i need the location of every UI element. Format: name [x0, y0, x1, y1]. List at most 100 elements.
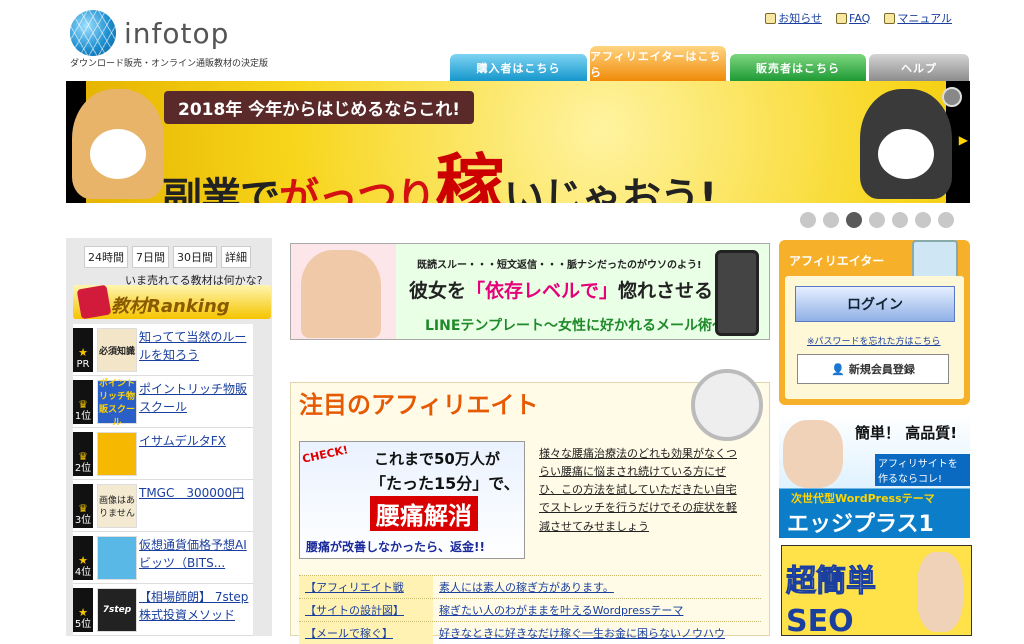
- rank-badge: ♛ 3位: [73, 484, 93, 528]
- woman-photo: [917, 552, 963, 632]
- seo-ad[interactable]: 超簡単 SEO: [781, 545, 972, 639]
- ranking-item: ★ 4位 仮想通貨価格予想AIビッツ（BITS...: [73, 532, 253, 584]
- feature-description-link[interactable]: 様々な腰痛治療法のどれも効果がなくつらい腰痛に悩まされ続けている方にぜひ、この方…: [539, 445, 739, 536]
- carousel-dots: [800, 212, 954, 228]
- ad-text: SEO: [786, 604, 854, 639]
- ranking-title-banner: 教材Ranking: [73, 284, 271, 320]
- ranking-item: ♛ 1位 ポイントリッチ物販スクール ポイントリッチ物販スクール: [73, 376, 253, 428]
- user-icon: 👤: [831, 362, 845, 376]
- tab-7d[interactable]: 7日間: [132, 246, 169, 268]
- feature-link-list: 【アフィリエイト戦 素人には素人の稼ぎ方があります。 【サイトの設計図】 稼ぎたい人…: [299, 575, 761, 644]
- ad-headline: エッジプラス1: [787, 512, 934, 537]
- star-icon: ★: [78, 605, 88, 619]
- tab-24h[interactable]: 24時間: [84, 246, 128, 268]
- computer-icon: [912, 240, 958, 280]
- login-panel: ログイン ※パスワードを忘れた方はこちら 👤 新規会員登録: [785, 276, 964, 399]
- login-button[interactable]: ログイン: [795, 286, 955, 322]
- banner-main-text: 副業でがっつり稼いじゃおう!: [162, 146, 717, 203]
- carousel-dot[interactable]: [892, 212, 908, 228]
- ad-headline: 腰痛解消: [370, 496, 478, 531]
- crown-icon: ♛: [78, 449, 88, 463]
- carousel-dot[interactable]: [800, 212, 816, 228]
- rank-badge: ★ PR: [73, 328, 93, 372]
- top-links: お知らせ FAQ マニュアル: [765, 10, 952, 26]
- crown-icon: [76, 284, 112, 320]
- banner-subtext: 既読スルー・・・短文返信・・・脈ナシだったのがウソのよう!: [417, 260, 702, 271]
- star-icon: ★: [78, 345, 88, 359]
- woman-photo: [301, 250, 381, 338]
- affiliate-login-box: アフィリエイター ログイン ※パスワードを忘れた方はこちら 👤 新規会員登録: [779, 240, 970, 405]
- book-icon: [836, 12, 848, 24]
- ranking-item-link[interactable]: TMGC 300000円: [139, 484, 251, 502]
- tab-buyer[interactable]: 購入者はこちら: [450, 54, 587, 81]
- infotop-logo[interactable]: infotop: [70, 8, 310, 58]
- tagline: ダウンロード販売・オンライン通販教材の決定版: [70, 59, 269, 69]
- feature-link-row[interactable]: 【アフィリエイト戦 素人には素人の稼ぎ方があります。: [299, 575, 761, 598]
- item-thumbnail[interactable]: [97, 536, 137, 580]
- rank-badge: ★ 5位: [73, 588, 93, 632]
- tab-seller[interactable]: 販売者はこちら: [730, 54, 866, 81]
- faq-link[interactable]: FAQ: [836, 10, 870, 26]
- carousel-dot-active[interactable]: [846, 212, 862, 228]
- feature-link-row[interactable]: 【サイトの設計図】 稼ぎたい人のわがままを叶えるWordpressテーマ: [299, 598, 761, 621]
- banner-product-name: LINEテンプレート～女性に好かれるメール術～: [425, 318, 726, 334]
- ranking-title: 教材Ranking: [111, 296, 230, 317]
- tab-affiliate[interactable]: アフィリエイターはこちら: [590, 46, 726, 81]
- item-thumbnail[interactable]: ポイントリッチ物販スクール: [97, 379, 137, 428]
- box-title: アフィリエイター: [789, 254, 885, 268]
- carousel-dot[interactable]: [938, 212, 954, 228]
- tab-detail[interactable]: 詳細: [221, 246, 251, 268]
- lamp-icon: [765, 12, 777, 24]
- item-thumbnail[interactable]: [97, 432, 137, 476]
- pause-icon[interactable]: [942, 87, 962, 107]
- dog-illustration: [860, 89, 952, 199]
- item-thumbnail[interactable]: 7step: [97, 588, 137, 632]
- rank-badge: ♛ 1位: [73, 380, 93, 424]
- wordpress-theme-ad[interactable]: 簡単！ 高品質! アフィリサイトを作るならコレ! 次世代型WordPressテー…: [779, 414, 970, 538]
- rank-badge: ★ 4位: [73, 536, 93, 580]
- clipboard-icon: [884, 12, 896, 24]
- ranking-item-link[interactable]: ポイントリッチ物販スクール: [139, 380, 251, 416]
- news-link[interactable]: お知らせ: [765, 10, 822, 26]
- smartphone-icon: [715, 250, 759, 336]
- next-arrow-icon[interactable]: ▶: [959, 133, 968, 147]
- ranking-item-link[interactable]: 【相場師朗】 7step株式投資メソッド: [139, 588, 251, 624]
- ranking-item: ♛ 2位 イサムデルタFX: [73, 428, 253, 480]
- forgot-password-link[interactable]: ※パスワードを忘れた方はこちら: [807, 334, 941, 347]
- line-template-banner[interactable]: 既読スルー・・・短文返信・・・脈ナシだったのがウソのよう! 彼女を「依存レベルで…: [290, 243, 770, 340]
- carousel-dot[interactable]: [823, 212, 839, 228]
- carousel-dot[interactable]: [915, 212, 931, 228]
- ranking-period-tabs: 24時間 7日間 30日間 詳細: [84, 246, 251, 268]
- check-label: CHECK!: [301, 443, 350, 466]
- tab-help[interactable]: ヘルプ: [869, 54, 969, 81]
- logo-text: infotop: [124, 16, 230, 50]
- banner-headline: 彼女を「依存レベルで」惚れさせる!: [409, 280, 722, 302]
- banner-top-text: 2018年 今年からはじめるならこれ!: [164, 91, 474, 124]
- manual-link[interactable]: マニュアル: [884, 10, 952, 26]
- register-button[interactable]: 👤 新規会員登録: [797, 354, 949, 384]
- hero-banner[interactable]: 2018年 今年からはじめるならこれ! 副業でがっつり稼いじゃおう! ▶: [66, 81, 970, 203]
- item-thumbnail[interactable]: 画像はありません: [97, 484, 137, 528]
- ad-text: 簡単！ 高品質!: [855, 424, 958, 442]
- ranking-item-link[interactable]: 知ってて当然のルールを知ろう: [139, 328, 251, 364]
- rank-badge: ♛ 2位: [73, 432, 93, 476]
- crown-icon: ♛: [78, 397, 88, 411]
- carousel-dot[interactable]: [869, 212, 885, 228]
- tab-30d[interactable]: 30日間: [173, 246, 217, 268]
- ranking-item: ★ PR 必須知識 知ってて当然のルールを知ろう: [73, 324, 253, 376]
- ad-line: これまで50万人が: [374, 450, 500, 468]
- ad-text: 次世代型WordPressテーマ: [791, 492, 935, 505]
- ad-text: アフィリサイトを作るならコレ!: [875, 454, 970, 486]
- ranking-list: ★ PR 必須知識 知ってて当然のルールを知ろう ♛ 1位 ポイントリッチ物販スクール ポイ…: [73, 324, 253, 636]
- ad-line: 「たった15分」で、: [370, 474, 520, 493]
- globe-icon: [70, 10, 116, 56]
- featured-affiliate-section: 注目のアフィリエイト CHECK! これまで50万人が 「たった15分」で、 腰…: [290, 369, 770, 644]
- feature-link-row[interactable]: 【メールで稼ぐ】 好きなときに好きなだけ稼ぐ一生お金に困らないノウハウ: [299, 621, 761, 644]
- ranking-item-link[interactable]: イサムデルタFX: [139, 432, 251, 450]
- star-icon: ★: [78, 553, 88, 567]
- ranking-item-link[interactable]: 仮想通貨価格予想AIビッツ（BITS...: [139, 536, 251, 572]
- back-pain-ad[interactable]: CHECK! これまで50万人が 「たった15分」で、 腰痛解消 腰痛が改善しな…: [299, 441, 525, 559]
- woman-photo: [783, 420, 843, 488]
- item-thumbnail[interactable]: 必須知識: [97, 328, 137, 372]
- section-title: 注目のアフィリエイト: [299, 391, 539, 419]
